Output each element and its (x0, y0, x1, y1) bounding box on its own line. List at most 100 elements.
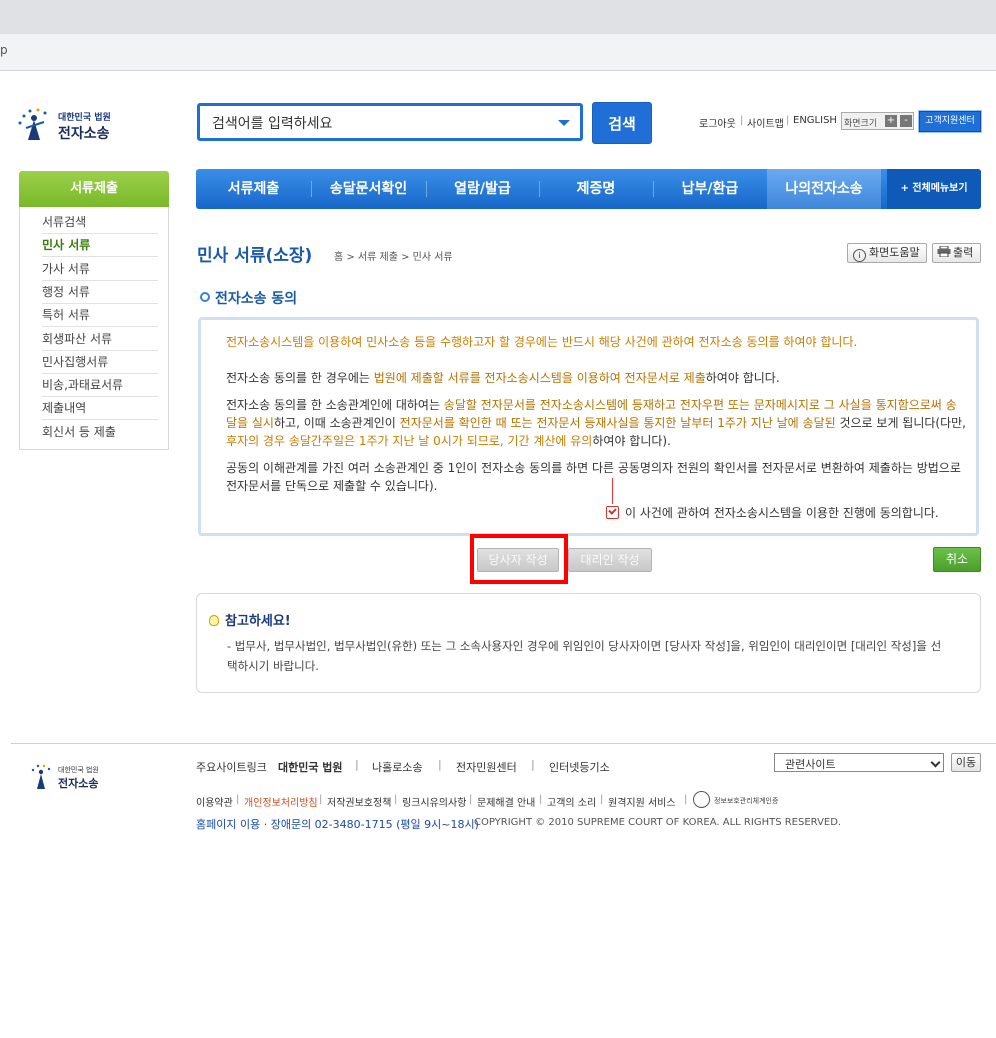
go-button[interactable]: 이동 (951, 753, 981, 772)
agree-row[interactable]: 이 사건에 관하여 전자소송시스템을 이용한 진행에 동의합니다. (606, 504, 939, 521)
screen-help-label: 화면도움말 (869, 246, 920, 259)
cancel-button[interactable]: 취소 (933, 547, 981, 572)
highlight-frame (470, 534, 568, 584)
footer-divider-bar: | (355, 758, 359, 771)
copyright-text: COPYRIGHT © 2010 SUPREME COURT OF KOREA.… (474, 817, 842, 828)
all-menu-button[interactable]: + 전체메뉴보기 (887, 169, 981, 209)
footer-divider-bar: | (531, 758, 535, 771)
link-notice-link[interactable]: 링크시유의사항 (402, 794, 466, 809)
customer-voice-link[interactable]: 고객의 소리 (547, 794, 596, 809)
util-divider: | (740, 115, 744, 126)
agree-checkbox[interactable] (606, 506, 619, 519)
breadcrumb: 홈 > 서류 제출 > 민사 서류 (334, 252, 453, 263)
site-logo[interactable]: 대한민국 법원 전자소송 (16, 106, 156, 146)
section-title-text: 전자소송 동의 (215, 291, 298, 307)
info-icon: i (853, 249, 866, 262)
consent-paragraph-1: 전자소송 동의를 한 경우에는 법원에 제출할 서류를 전자소송시스템을 이용하… (226, 369, 966, 387)
court-emblem-icon (31, 764, 51, 789)
footer-divider-bar: | (438, 758, 442, 771)
footer-divider-bar: | (394, 794, 398, 805)
print-label: 출력 (953, 246, 974, 259)
footer-link-court[interactable]: 대한민국 법원 (278, 759, 343, 775)
sidebar-menu: 서류검색 민사 서류 가사 서류 행정 서류 특허 서류 회생파산 서류 민사집… (19, 207, 169, 450)
footer-divider-bar: | (236, 794, 240, 805)
footer-divider-bar: | (469, 794, 473, 805)
search-box[interactable] (197, 103, 583, 141)
sidebar-item-civil-execution[interactable]: 민사집행서류 (42, 351, 158, 374)
related-site-value: 관련사이트 (785, 758, 836, 771)
notice-title: 참고하세요! (209, 610, 291, 629)
bullet-icon (200, 292, 210, 302)
nav-item-document-submit[interactable]: 서류제출 (196, 169, 311, 209)
browser-tab-strip (0, 0, 996, 34)
sidebar-item-patent[interactable]: 특허 서류 (42, 304, 158, 327)
section-title: 전자소송 동의 (200, 288, 297, 308)
court-emblem-icon (18, 108, 47, 140)
nav-item-payment-refund[interactable]: 납부/환급 (653, 169, 767, 209)
screen-help-button[interactable]: i 화면도움말 (847, 243, 927, 263)
sidebar-item-administrative[interactable]: 행정 서류 (42, 281, 158, 304)
troubleshoot-link[interactable]: 문제해결 안내 (477, 794, 535, 809)
logo-small-text: 대한민국 법원 (58, 113, 111, 123)
search-button[interactable]: 검색 (592, 102, 652, 144)
main-nav: 서류제출 송달문서확인 열람/발급 제증명 납부/환급 나의전자소송 + 전체메… (196, 169, 981, 209)
certification-seal-icon (693, 791, 710, 808)
logout-link[interactable]: 로그아웃 (699, 115, 736, 130)
text: 하고, 이때 소송관계인이 (273, 416, 400, 430)
footer-divider-bar: | (684, 794, 688, 805)
text: 전자소송 동의를 한 소송관계인에 대하여는 (226, 398, 444, 412)
chevron-down-icon (930, 757, 941, 768)
footer-link-self-litigation[interactable]: 나홀로소송 (372, 759, 423, 775)
consent-paragraph-3: 공동의 이해관계를 가진 여러 소송관계인 중 1인이 전자소송 동의를 하면 … (226, 461, 961, 493)
print-button[interactable]: 출력 (932, 243, 981, 263)
lightbulb-icon (209, 615, 219, 626)
sidebar-item-reply-submission[interactable]: 회신서 등 제출 (42, 421, 158, 443)
text: 하여야 합니다). (592, 434, 671, 448)
remote-support-link[interactable]: 원격지원 서비스 (608, 794, 676, 809)
sitemap-link[interactable]: 사이트맵 (747, 115, 784, 130)
nav-item-view-issue[interactable]: 열람/발급 (426, 169, 539, 209)
notice-box: 참고하세요! - 법무사, 법무사법인, 법무사법인(유한) 또는 그 소속사용… (196, 593, 981, 693)
footer-divider-bar: | (600, 794, 604, 805)
sidebar-item-family[interactable]: 가사 서류 (42, 258, 158, 281)
nav-item-service-check[interactable]: 송달문서확인 (311, 169, 426, 209)
footer-link-e-civil[interactable]: 전자민원센터 (456, 759, 517, 775)
chevron-down-icon[interactable] (558, 120, 570, 126)
sidebar-item-bankruptcy[interactable]: 회생파산 서류 (42, 328, 158, 351)
sidebar-item-document-search[interactable]: 서류검색 (42, 211, 158, 234)
font-size-control: 화면크기 + - (841, 112, 914, 130)
page-title: 민사 서류(소장) (197, 246, 313, 266)
sidebar-item-non-contentious[interactable]: 비송,과태료서류 (42, 374, 158, 397)
copyright-policy-link[interactable]: 저작권보호정책 (327, 794, 391, 809)
text: 하여야 합니다. (705, 371, 780, 385)
font-plus-button[interactable]: + (885, 115, 897, 127)
highlight-text: 후자의 경우 송달간주일은 1주가 지난 날 0시가 되므로, 기간 계산에 유… (226, 434, 593, 448)
notice-title-text: 참고하세요! (225, 614, 291, 629)
font-minus-button[interactable]: - (900, 115, 912, 127)
consent-paragraph-2: 전자소송 동의를 한 소송관계인에 대하여는 송달할 전자문서를 전자소송시스템… (226, 396, 966, 450)
logo-title: 전자소송 (58, 126, 110, 142)
sidebar-heading[interactable]: 서류제출 (19, 171, 169, 207)
printer-icon (937, 245, 951, 258)
nav-item-certificates[interactable]: 제증명 (539, 169, 653, 209)
browser-address-bar[interactable]: p (0, 34, 996, 71)
english-link[interactable]: ENGLISH (793, 115, 837, 126)
text: 것으로 보게 됩니다(다만, (835, 416, 966, 430)
sidebar-item-submission-history[interactable]: 제출내역 (42, 397, 158, 420)
sidebar-item-civil[interactable]: 민사 서류 (42, 234, 158, 257)
footer-logo-small: 대한민국 법원 (58, 766, 99, 774)
support-center-button[interactable]: 고객지원센터 (918, 110, 982, 133)
agent-write-button[interactable]: 대리인 작성 (568, 548, 652, 572)
terms-link[interactable]: 이용약관 (196, 794, 233, 809)
agree-label[interactable]: 이 사건에 관하여 전자소송시스템을 이용한 진행에 동의합니다. (625, 506, 939, 520)
search-input[interactable] (210, 112, 544, 136)
privacy-link[interactable]: 개인정보처리방침 (244, 794, 318, 809)
nav-item-my-e-litigation[interactable]: 나의전자소송 (767, 169, 881, 209)
notice-text: - 법무사, 법무사법인, 법무사법인(유한) 또는 그 소속사용자인 경우에 … (227, 639, 942, 673)
related-site-select[interactable]: 관련사이트 (774, 753, 944, 772)
footer-divider-bar: | (319, 794, 323, 805)
footer-link-registry[interactable]: 인터넷등기소 (549, 759, 610, 775)
certification-text: 정보보호관리체계인증 (714, 797, 779, 805)
font-size-label: 화면크기 (844, 119, 878, 129)
consent-intro: 전자소송시스템을 이용하여 민사소송 등을 수행하고자 할 경우에는 반드시 해… (226, 335, 858, 349)
